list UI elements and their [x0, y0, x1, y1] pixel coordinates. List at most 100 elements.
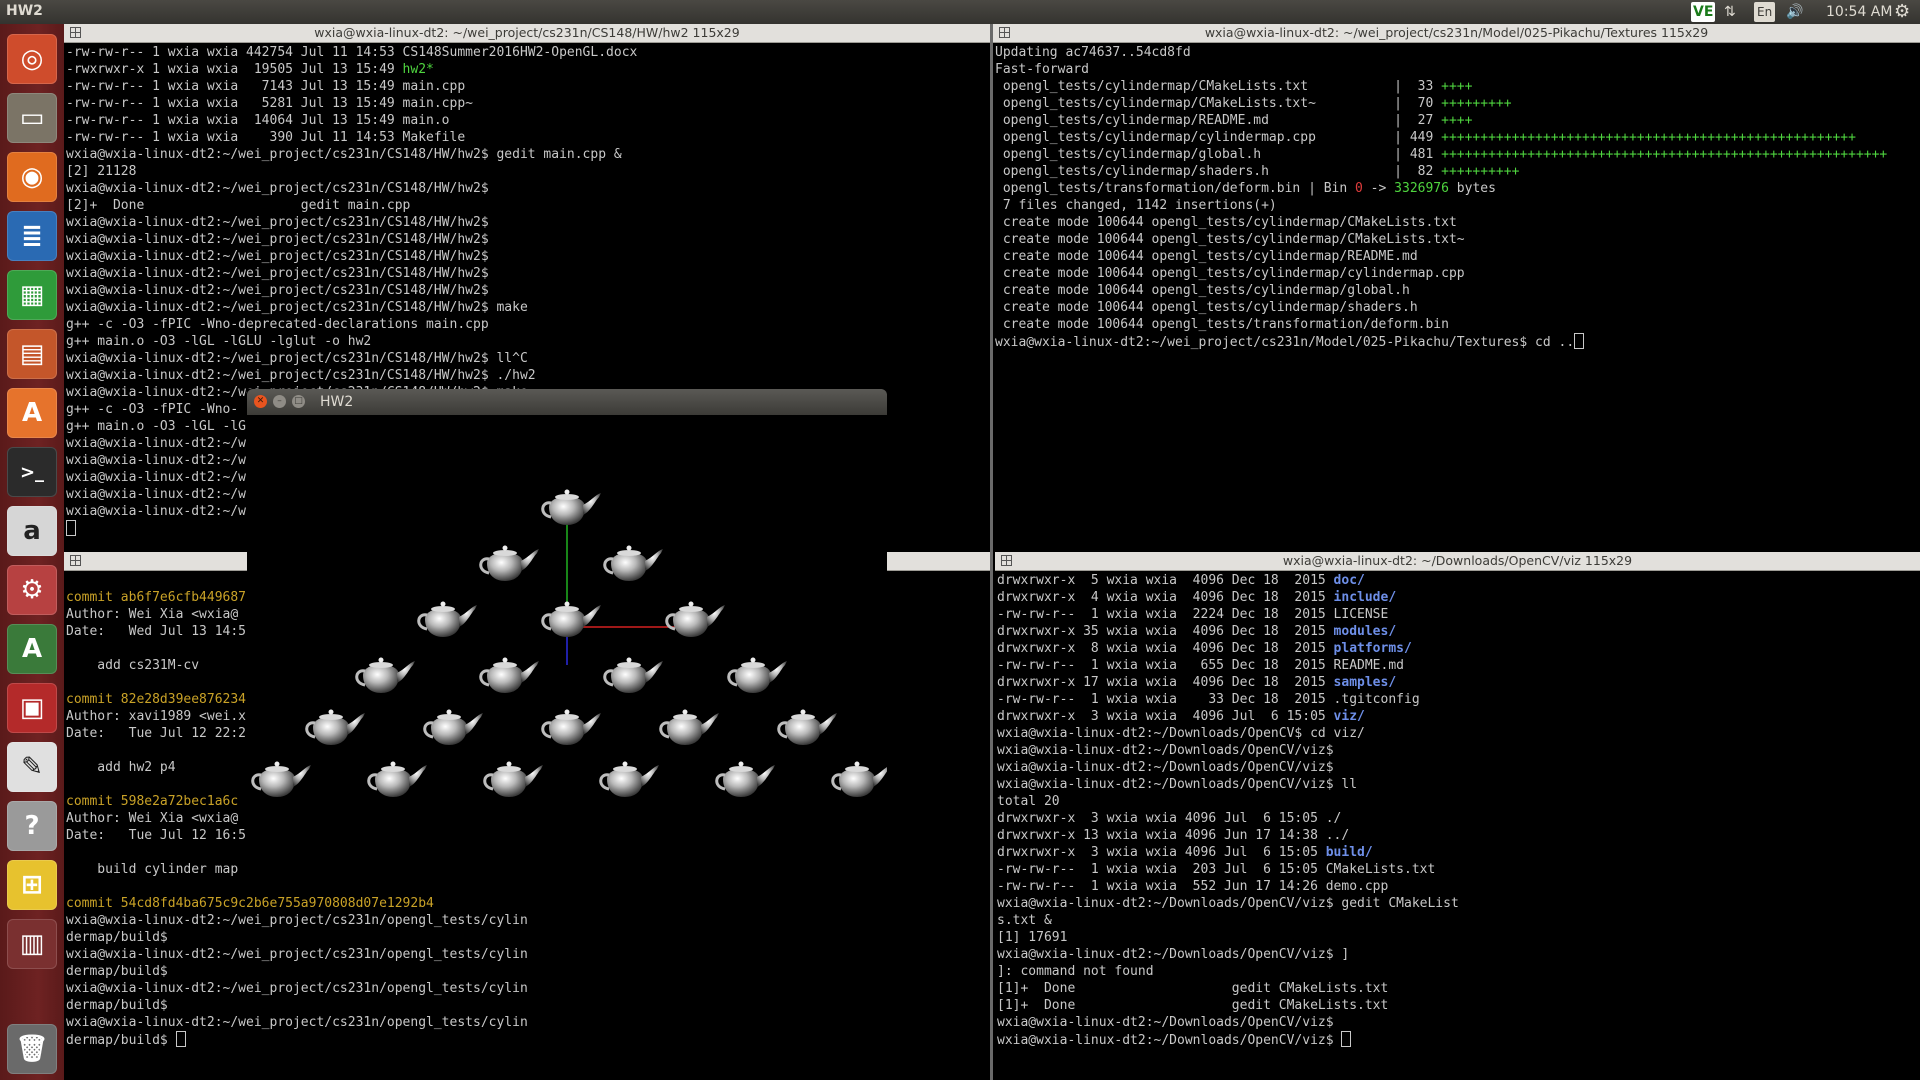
- terminal-line: wxia@wxia-linux-dt2:~/wei_project/cs231n…: [66, 1014, 990, 1031]
- terminal-text: wxia@wxia-linux-dt2:~/Downloads/OpenCV/v…: [997, 743, 1334, 758]
- terminal-line: opengl_tests/cylindermap/cylindermap.cpp…: [995, 129, 1920, 146]
- minimize-icon[interactable]: –: [273, 395, 286, 408]
- keyboard-layout-indicator[interactable]: En: [1754, 2, 1776, 22]
- terminal-line: wxia@wxia-linux-dt2:~/wei_project/cs231n…: [66, 299, 990, 316]
- volume-icon[interactable]: 🔊: [1786, 2, 1803, 22]
- workspace-icon[interactable]: ▣: [7, 683, 57, 733]
- terminal-line: drwxrwxr-x 3 wxia wxia 4096 Jul 6 15:05 …: [997, 708, 1920, 725]
- maximize-icon[interactable]: □: [292, 395, 305, 408]
- tile-grip-icon[interactable]: [999, 27, 1010, 38]
- tile-grip-icon[interactable]: [70, 555, 81, 566]
- close-icon[interactable]: ✕: [254, 395, 267, 408]
- terminal-text: 0: [1355, 181, 1363, 196]
- teapot: [777, 709, 837, 745]
- terminal-line: wxia@wxia-linux-dt2:~/Downloads/OpenCV$ …: [997, 725, 1920, 742]
- ve-indicator-icon[interactable]: VE: [1691, 2, 1716, 22]
- terminal-text: opengl_tests/transformation/deform.bin |…: [995, 181, 1356, 196]
- terminal-line: 7 files changed, 1142 insertions(+): [995, 197, 1920, 214]
- terminal-line: opengl_tests/cylindermap/global.h | 481 …: [995, 146, 1920, 163]
- terminal-line: drwxrwxr-x 35 wxia wxia 4096 Dec 18 2015…: [997, 623, 1920, 640]
- tile-divider-vertical[interactable]: [990, 24, 993, 1080]
- impress-icon[interactable]: ▤: [7, 329, 57, 379]
- terminal-text: drwxrwxr-x 13 wxia wxia 4096 Jun 17 14:3…: [997, 828, 1350, 843]
- teapot: [355, 657, 415, 693]
- amazon-icon[interactable]: a: [7, 506, 57, 556]
- terminal-line: Updating ac74637..54cd8fd: [995, 44, 1920, 61]
- terminal-text: drwxrwxr-x 3 wxia wxia 4096 Jul 6 15:05: [997, 845, 1326, 860]
- terminal-line: wxia@wxia-linux-dt2:~/wei_project/cs231n…: [66, 912, 990, 929]
- terminal-line: total 20: [997, 793, 1920, 810]
- text-cursor: [66, 520, 76, 536]
- teapot: [599, 761, 659, 797]
- top-panel: HW2 VE ⇅ En 🔊 10:54 AM ⚙: [0, 0, 1920, 24]
- teapot: [541, 489, 601, 525]
- network-updown-icon[interactable]: ⇅: [1724, 2, 1736, 22]
- terminal-text: -rw-rw-r-- 1 wxia wxia 390 Jul 11 14:53 …: [66, 130, 466, 145]
- terminal-output[interactable]: Updating ac74637..54cd8fd Fast-forward op…: [995, 44, 1920, 550]
- text-cursor: [1574, 333, 1585, 349]
- terminal-text: drwxrwxr-x 35 wxia wxia 4096 Dec 18 2015: [997, 624, 1334, 639]
- terminal-line: [1] 17691: [997, 929, 1920, 946]
- terminal-text: wxia@wxia-linux-dt2:~/wei_project/cs231n…: [66, 300, 528, 315]
- terminal-text: wxia@wxia-linux-dt2:~/wei_project/cs231n…: [995, 335, 1575, 350]
- terminal-text: add hw2 p4: [66, 760, 176, 775]
- tile-grip-icon[interactable]: [1001, 555, 1012, 566]
- terminal-text: wxia@wxia-linux-dt2:~/w: [66, 487, 247, 502]
- hw2-opengl-window[interactable]: ✕ – □ HW2: [247, 389, 887, 849]
- terminal-text: wxia@wxia-linux-dt2:~/wei_project/cs231n…: [66, 1015, 528, 1030]
- terminal-text: drwxrwxr-x 8 wxia wxia 4096 Dec 18 2015: [997, 641, 1334, 656]
- terminal-line: opengl_tests/cylindermap/shaders.h | 82 …: [995, 163, 1920, 180]
- terminal-text: build cylinder map: [66, 862, 239, 877]
- terminal-line: wxia@wxia-linux-dt2:~/wei_project/cs231n…: [66, 350, 990, 367]
- terminal-text: commit ab6f7e6cfb449687: [66, 590, 247, 605]
- text-editor-icon[interactable]: ✎: [7, 742, 57, 792]
- terminal-output[interactable]: drwxrwxr-x 5 wxia wxia 4096 Dec 18 2015 …: [997, 572, 1920, 1080]
- trash-icon[interactable]: 🗑: [7, 1024, 57, 1074]
- firefox-icon[interactable]: ◉: [7, 152, 57, 202]
- calc-icon[interactable]: ▦: [7, 270, 57, 320]
- terminal-line: create mode 100644 opengl_tests/transfor…: [995, 316, 1920, 333]
- tile-grip-icon[interactable]: [70, 27, 81, 38]
- terminal-text: dermap/build$: [66, 1033, 176, 1048]
- terminal-line: s.txt &: [997, 912, 1920, 929]
- writer-icon[interactable]: ≣: [7, 211, 57, 261]
- terminal-text: create mode 100644 opengl_tests/cylinder…: [995, 300, 1418, 315]
- terminal-text: Author: Wei Xia <wxia@: [66, 607, 239, 622]
- terminal-text: Fast-forward: [995, 62, 1089, 77]
- text-cursor: [175, 1031, 186, 1047]
- terminal-text: opengl_tests/cylindermap/global.h | 481: [995, 147, 1442, 162]
- updater-icon[interactable]: A: [7, 624, 57, 674]
- teapot: [305, 709, 365, 745]
- terminal-title: wxia@wxia-linux-dt2: ~/wei_project/cs231…: [314, 25, 740, 40]
- workspaces-icon[interactable]: ▥: [7, 919, 57, 969]
- hw2-titlebar[interactable]: ✕ – □ HW2: [247, 389, 887, 415]
- terminal-text: create mode 100644 opengl_tests/cylinder…: [995, 249, 1418, 264]
- terminal-text: wxia@wxia-linux-dt2:~/wei_project/cs231n…: [66, 215, 489, 230]
- teapot: [541, 709, 601, 745]
- terminal-text: g++ -c -O3 -fPIC -Wno-: [66, 402, 239, 417]
- settings-icon[interactable]: ⚙: [7, 565, 57, 615]
- clock[interactable]: 10:54 AM: [1826, 2, 1892, 22]
- gear-icon[interactable]: ⚙: [1894, 2, 1910, 22]
- terminal-text: Date: Tue Jul 12 16:5: [66, 828, 247, 843]
- terminal-text: create mode 100644 opengl_tests/transfor…: [995, 317, 1449, 332]
- terminal-text: ]: command not found: [997, 964, 1154, 979]
- network-icon[interactable]: ⊞: [7, 860, 57, 910]
- terminal-text: wxia@wxia-linux-dt2:~/Downloads/OpenCV/v…: [997, 777, 1358, 792]
- terminal-bottom-right[interactable]: wxia@wxia-linux-dt2: ~/Downloads/OpenCV/…: [995, 552, 1920, 1080]
- terminal-line: dermap/build$: [66, 1031, 990, 1048]
- software-center-icon[interactable]: A: [7, 388, 57, 438]
- files-icon[interactable]: ▭: [7, 93, 57, 143]
- terminal-line: wxia@wxia-linux-dt2:~/wei_project/cs231n…: [995, 333, 1920, 350]
- terminal-titlebar: [64, 552, 247, 571]
- terminal-line: create mode 100644 opengl_tests/cylinder…: [995, 282, 1920, 299]
- terminal-line: drwxrwxr-x 3 wxia wxia 4096 Jul 6 15:05 …: [997, 810, 1920, 827]
- terminal-icon[interactable]: >_: [7, 447, 57, 497]
- teapot-scene[interactable]: [247, 415, 887, 849]
- terminal-top-right[interactable]: wxia@wxia-linux-dt2: ~/wei_project/cs231…: [993, 24, 1920, 550]
- terminal-line: drwxrwxr-x 3 wxia wxia 4096 Jul 6 15:05 …: [997, 844, 1920, 861]
- help-icon[interactable]: ?: [7, 801, 57, 851]
- dash-icon[interactable]: ◎: [7, 34, 57, 84]
- hw2-window-title: HW2: [320, 394, 354, 410]
- terminal-text: -rwxrwxr-x 1 wxia wxia 19505 Jul 13 15:4…: [66, 62, 403, 77]
